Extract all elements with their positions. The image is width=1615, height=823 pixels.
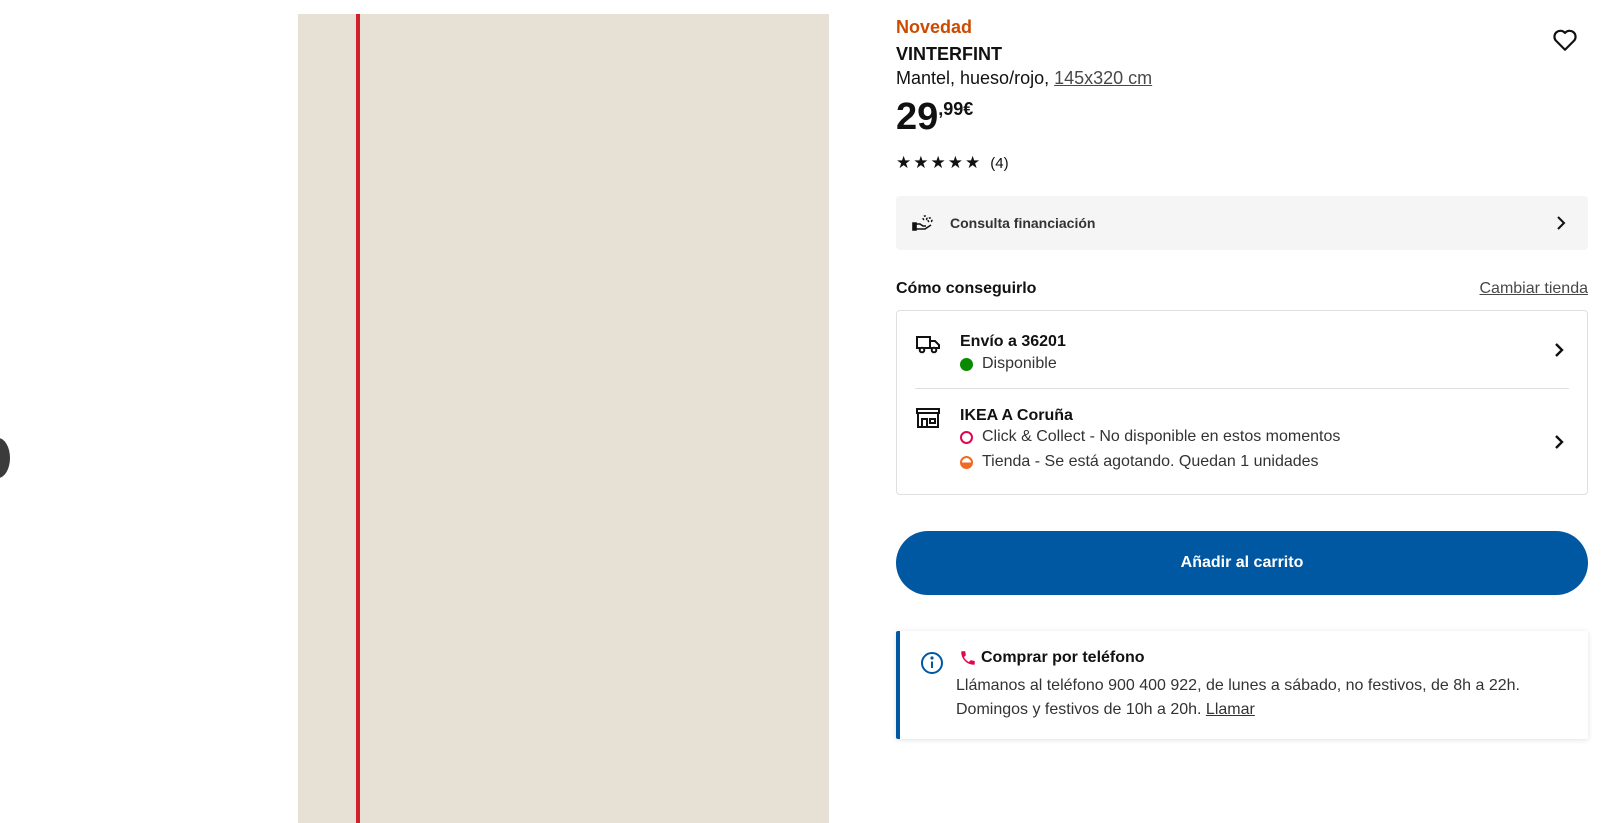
call-link[interactable]: Llamar bbox=[1206, 701, 1255, 718]
product-panel: Novedad VINTERFINT Mantel, hueso/rojo, 1… bbox=[896, 0, 1588, 823]
store-icon bbox=[916, 408, 940, 428]
phone-description: Llámanos al teléfono 900 400 922, de lun… bbox=[956, 674, 1566, 722]
star-icon: ★ bbox=[896, 153, 912, 172]
click-collect-status: Click & Collect - No disponible en estos… bbox=[960, 428, 1340, 446]
rating[interactable]: ★ ★ ★ ★ ★ (4) bbox=[896, 154, 1009, 172]
hand-coins-icon bbox=[912, 215, 933, 231]
new-badge: Novedad bbox=[896, 17, 973, 37]
change-store-link[interactable]: Cambiar tienda bbox=[1480, 280, 1589, 298]
delivery-status-text: Disponible bbox=[982, 355, 1057, 372]
instore-text: Tienda - Se está agotando. Quedan 1 unid… bbox=[982, 453, 1319, 470]
tablecloth-stripe bbox=[356, 14, 360, 823]
availability-options: Envío a 36201 Disponible IKEA A Coruña C… bbox=[896, 310, 1588, 495]
price-decimal: ,99€ bbox=[938, 99, 974, 119]
heart-icon[interactable] bbox=[1552, 28, 1578, 52]
add-to-cart-button[interactable]: Añadir al carrito bbox=[896, 531, 1588, 595]
rating-count: (4) bbox=[990, 154, 1009, 172]
chevron-right-icon bbox=[1555, 343, 1564, 357]
info-icon bbox=[921, 652, 943, 674]
delivery-status: Disponible bbox=[960, 355, 1057, 373]
status-half-icon bbox=[960, 455, 973, 469]
financing-button[interactable]: Consulta financiación bbox=[896, 196, 1588, 250]
status-ring-icon bbox=[960, 430, 973, 444]
phone-icon bbox=[961, 651, 975, 665]
product-description: Mantel, hueso/rojo, 145x320 cm bbox=[896, 68, 1152, 89]
financing-label: Consulta financiación bbox=[950, 215, 1096, 231]
delivery-title: Envío a 36201 bbox=[960, 333, 1066, 350]
instore-status: Tienda - Se está agotando. Quedan 1 unid… bbox=[960, 453, 1319, 471]
star-icon: ★ bbox=[913, 153, 929, 172]
store-title: IKEA A Coruña bbox=[960, 407, 1073, 424]
delivery-option[interactable]: Envío a 36201 Disponible bbox=[897, 311, 1587, 389]
product-type-label: Mantel, hueso/rojo, bbox=[896, 68, 1055, 88]
product-price: 29 ,99€ bbox=[896, 96, 973, 138]
chevron-right-icon bbox=[1557, 216, 1566, 230]
phone-title: Comprar por teléfono bbox=[981, 649, 1145, 666]
availability-title: Cómo conseguirlo bbox=[896, 280, 1037, 297]
star-icon: ★ bbox=[947, 153, 963, 172]
price-integer: 29 bbox=[896, 96, 939, 138]
truck-icon bbox=[916, 336, 940, 354]
phone-purchase-box: Comprar por teléfono Llámanos al teléfon… bbox=[896, 631, 1588, 739]
store-option[interactable]: IKEA A Coruña Click & Collect - No dispo… bbox=[897, 389, 1587, 495]
star-icon: ★ bbox=[965, 153, 981, 172]
click-collect-text: Click & Collect - No disponible en estos… bbox=[982, 428, 1341, 445]
status-dot-icon bbox=[960, 357, 973, 371]
size-link[interactable]: 145x320 cm bbox=[1054, 68, 1152, 88]
carousel-prev-button[interactable] bbox=[0, 438, 10, 478]
product-name: VINTERFINT bbox=[896, 44, 1002, 64]
star-icon: ★ bbox=[930, 153, 946, 172]
product-image bbox=[298, 14, 829, 823]
chevron-right-icon bbox=[1555, 435, 1564, 449]
